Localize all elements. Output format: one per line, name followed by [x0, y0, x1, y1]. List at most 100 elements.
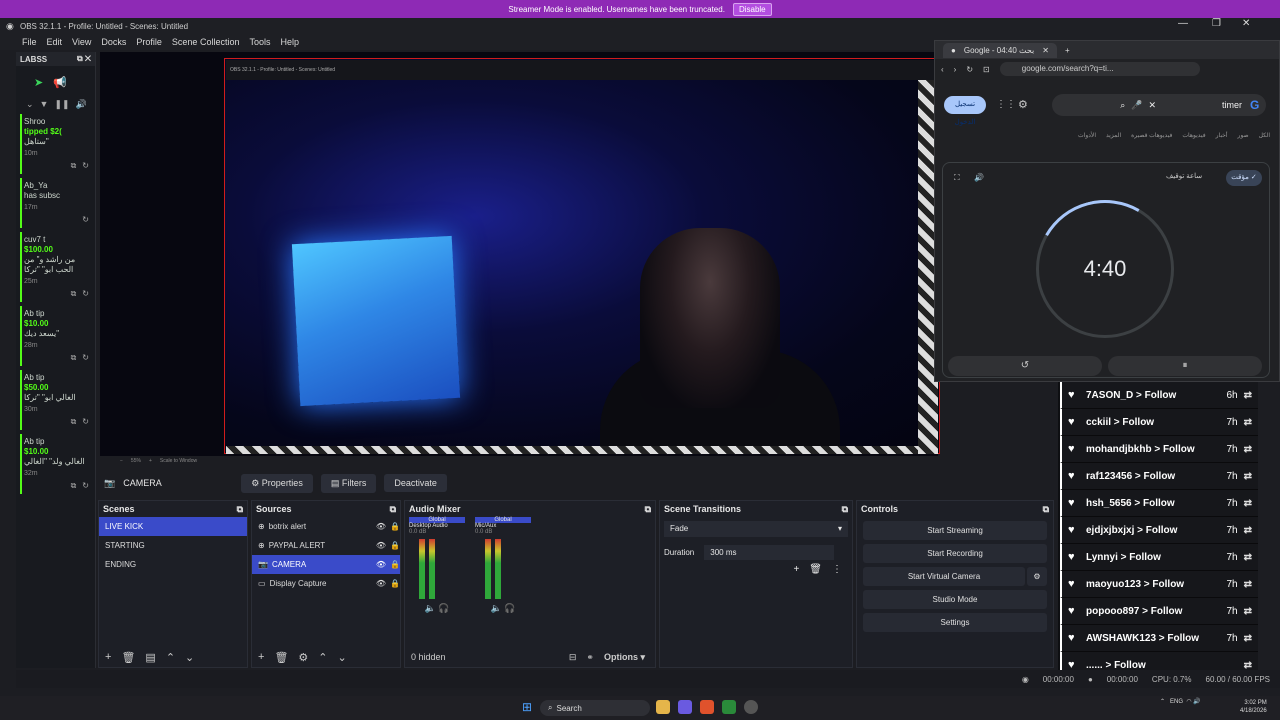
source-item[interactable]: 📷 CAMERA 👁 🔒 — [252, 555, 400, 574]
speaker-icon[interactable]: 🔈 — [491, 603, 502, 613]
tab-news[interactable]: أخبار — [1216, 132, 1228, 139]
tray-chevron-icon[interactable]: ⌃ — [1160, 699, 1165, 705]
dock-close-icon[interactable]: ⧉ ✕ — [77, 54, 91, 64]
headphones-icon[interactable]: 🎧 — [504, 603, 515, 613]
bookmark-icon[interactable]: ⊡ — [983, 65, 990, 74]
replay-icon[interactable]: ⇄ — [1244, 633, 1252, 644]
clear-icon[interactable]: ✕ — [1148, 100, 1156, 111]
google-search-input[interactable]: ⌕ 🎤 ✕ timer — [1052, 94, 1266, 116]
lock-icon[interactable]: 🔒 — [390, 579, 400, 588]
deactivate-button[interactable]: Deactivate — [384, 474, 447, 492]
copy-icon[interactable]: ⧉ — [71, 417, 77, 427]
copy-icon[interactable]: ⧉ — [71, 353, 77, 363]
replay-icon[interactable]: ⇄ — [1244, 606, 1252, 617]
source-item[interactable]: ▭ Display Capture 👁 🔒 — [252, 574, 400, 593]
mic-icon[interactable]: 🎤 — [1131, 100, 1142, 111]
visibility-eye-icon[interactable]: 👁 — [376, 541, 386, 550]
lock-icon[interactable]: 🔒 — [390, 541, 400, 550]
add-scene-icon[interactable]: + — [105, 651, 111, 663]
start-recording-button[interactable]: Start Recording — [863, 544, 1047, 563]
menu-edit[interactable]: Edit — [47, 37, 63, 47]
start-icon[interactable]: ⊞ — [522, 700, 532, 714]
chevron-down-icon[interactable]: ⌄ — [26, 99, 34, 110]
scene-item[interactable]: LIVE KICK — [99, 517, 247, 536]
file-explorer-icon[interactable] — [656, 700, 670, 714]
visibility-eye-icon[interactable]: 👁 — [376, 522, 386, 531]
properties-button[interactable]: ⚙ Properties — [241, 473, 313, 493]
zoom-in-icon[interactable]: + — [149, 458, 152, 464]
remove-scene-icon[interactable]: 🗑 — [121, 651, 135, 664]
menu-tools[interactable]: Tools — [249, 37, 270, 47]
replay-icon[interactable]: ↻ — [82, 481, 89, 491]
sign-in-button[interactable]: تسجيل الدخول — [944, 96, 986, 126]
menu-help[interactable]: Help — [280, 37, 299, 47]
undock-icon[interactable]: ⧉ — [237, 504, 243, 514]
replay-icon[interactable]: ↻ — [82, 353, 89, 363]
scene-filters-icon[interactable]: ▤ — [145, 651, 155, 664]
pause-icon[interactable]: ❚❚ — [54, 99, 69, 110]
remove-transition-icon[interactable]: 🗑 — [809, 564, 822, 575]
replay-icon[interactable]: ⇄ — [1244, 525, 1252, 536]
replay-icon[interactable]: ⇄ — [1244, 579, 1252, 590]
sound-icon[interactable]: 🔊 — [974, 173, 984, 182]
address-bar[interactable]: google.com/search?q=ti... — [999, 62, 1200, 76]
timer-pause-button[interactable]: ⏸ — [1108, 356, 1262, 376]
replay-icon[interactable]: ⇄ — [1244, 552, 1252, 563]
timer-reset-button[interactable]: ↺ — [948, 356, 1102, 376]
replay-icon[interactable]: ⇄ — [1244, 660, 1252, 671]
move-down-icon[interactable]: ⌄ — [185, 651, 194, 664]
replay-icon[interactable]: ⇄ — [1244, 498, 1252, 509]
language-indicator[interactable]: ENG — [1170, 699, 1183, 705]
undock-icon[interactable]: ⧉ — [1043, 504, 1049, 514]
audio-options-button[interactable]: Options ▾ — [604, 652, 645, 663]
replay-icon[interactable]: ↻ — [82, 417, 89, 427]
volume-icon[interactable]: 🔊 — [76, 99, 87, 110]
google-logo-icon[interactable]: G — [1250, 98, 1259, 112]
menu-file[interactable]: File — [22, 37, 37, 47]
undock-icon[interactable]: ⧉ — [842, 504, 848, 514]
lock-icon[interactable]: 🔒 — [390, 522, 400, 531]
browser-tab[interactable]: ● Google - بحث 04:40 ✕ — [943, 42, 1057, 58]
replay-icon[interactable]: ⇄ — [1244, 471, 1252, 482]
link-icon[interactable]: ⚭ — [586, 652, 594, 663]
tab-short-videos[interactable]: فيديوهات قصيرة — [1131, 132, 1172, 139]
taskbar-search[interactable]: ⌕ Search — [540, 700, 650, 716]
source-item[interactable]: ⊕ PAYPAL ALERT 👁 🔒 — [252, 536, 400, 555]
fullscreen-icon[interactable]: ⛶ — [954, 173, 960, 183]
transition-select[interactable]: Fade ▾ — [664, 521, 848, 537]
studio-mode-button[interactable]: Studio Mode — [863, 590, 1047, 609]
start-streaming-button[interactable]: Start Streaming — [863, 521, 1047, 540]
duration-input[interactable]: 300 ms — [704, 545, 835, 560]
add-source-icon[interactable]: + — [258, 651, 264, 663]
discord-icon[interactable] — [678, 700, 692, 714]
speaker-icon[interactable]: 🔈 — [425, 603, 436, 613]
stopwatch-chip[interactable]: ساعة توقيف — [1166, 172, 1202, 180]
tab-more[interactable]: المزيد — [1106, 132, 1121, 139]
forward-icon[interactable]: › — [954, 65, 957, 74]
copy-icon[interactable]: ⧉ — [71, 161, 77, 171]
scene-item[interactable]: STARTING — [99, 536, 247, 555]
replay-icon[interactable]: ↻ — [82, 215, 89, 225]
tab-all[interactable]: الكل — [1259, 132, 1270, 139]
undock-icon[interactable]: ⧉ — [390, 504, 396, 514]
start-virtual-camera-button[interactable]: Start Virtual Camera — [863, 567, 1025, 586]
filters-button[interactable]: ▤ Filters — [320, 473, 377, 493]
filter-icon[interactable]: ▼ — [40, 99, 49, 110]
copy-icon[interactable]: ⧉ — [71, 289, 77, 299]
megaphone-icon[interactable]: 📢 — [53, 76, 67, 89]
visibility-eye-icon[interactable]: 👁 — [376, 560, 386, 569]
settings-gear-icon[interactable]: ⚙ — [1018, 98, 1028, 111]
close-icon[interactable]: ✕ — [1242, 18, 1250, 29]
zoom-out-icon[interactable]: − — [120, 458, 123, 464]
replay-icon[interactable]: ↻ — [82, 161, 89, 171]
send-icon[interactable]: ➤ — [34, 76, 43, 89]
source-item[interactable]: ⊕ botrix alert 👁 🔒 — [252, 517, 400, 536]
menu-profile[interactable]: Profile — [136, 37, 162, 47]
timer-chip[interactable]: مؤقت ✓ — [1226, 170, 1262, 186]
replay-icon[interactable]: ⇄ — [1244, 390, 1252, 401]
layout-icon[interactable]: ⊟ — [569, 652, 577, 663]
visibility-eye-icon[interactable]: 👁 — [376, 579, 386, 588]
apps-grid-icon[interactable]: ⋮⋮ — [996, 99, 1016, 110]
minimize-icon[interactable]: — — [1178, 18, 1188, 29]
move-down-icon[interactable]: ⌄ — [338, 651, 347, 664]
